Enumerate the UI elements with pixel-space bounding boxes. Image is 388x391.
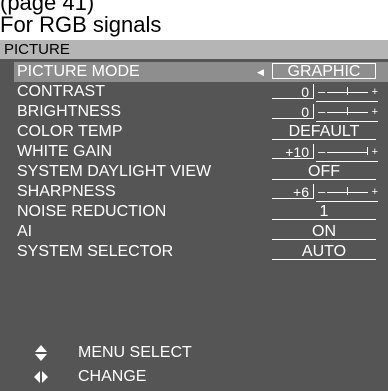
contrast-slider[interactable]: – + [316,82,378,102]
slider-track [327,192,368,193]
menu-item-color-temp[interactable]: COLOR TEMP DEFAULT [14,122,388,142]
minus-label: – [318,144,326,159]
value-underline [272,139,376,140]
menu-title: PICTURE [0,40,388,59]
brightness-slider[interactable]: – + [316,102,378,122]
menu-item-ai[interactable]: AI ON [14,222,388,242]
menu-item-system-daylight-view[interactable]: SYSTEM DAYLIGHT VIEW OFF [14,162,388,182]
slider-thumb[interactable] [346,87,348,95]
picture-mode-value[interactable]: GRAPHIC [272,63,376,80]
value-underline [272,179,376,180]
menu-item-label: COLOR TEMP [17,123,123,140]
menu-item-brightness[interactable]: BRIGHTNESS 0 – + [14,102,388,122]
up-down-arrows-icon [34,344,48,362]
picture-menu: PICTURE PICTURE MODE ◀ GRAPHIC CONTRAST … [0,40,388,391]
menu-item-contrast[interactable]: CONTRAST 0 – + [14,82,388,102]
slider-thumb[interactable] [346,187,348,195]
value-underline [272,219,376,220]
plus-label: + [371,186,378,198]
plus-label: + [371,86,378,98]
slider-track [327,112,368,113]
menu-item-label: CONTRAST [17,83,105,100]
sharpness-slider[interactable]: – + [316,182,378,202]
slider-track [327,152,368,153]
menu-item-picture-mode[interactable]: PICTURE MODE ◀ GRAPHIC [14,62,388,82]
menu-item-label: WHITE GAIN [17,143,113,160]
white-gain-slider[interactable]: – + [316,142,378,162]
menu-item-label: SYSTEM SELECTOR [17,243,174,260]
menu-item-label: AI [17,223,33,240]
value-underline [272,259,376,260]
slider-track [327,92,368,93]
footer-label: MENU SELECT [78,344,192,361]
page-heading: For RGB signals [0,12,162,37]
plus-label: + [371,106,378,118]
value-box [272,104,314,119]
slider-thumb[interactable] [346,107,348,115]
value-underline [272,239,376,240]
footer-label: CHANGE [78,368,147,385]
minus-label: – [318,84,326,99]
value-box [272,144,314,159]
menu-items: PICTURE MODE ◀ GRAPHIC CONTRAST 0 – + BR… [14,62,388,262]
value-box [272,184,314,199]
menu-item-label: PICTURE MODE [17,63,140,80]
slider-thumb[interactable] [367,147,368,155]
menu-item-system-selector[interactable]: SYSTEM SELECTOR AUTO [14,242,388,262]
menu-item-label: NOISE REDUCTION [17,203,167,220]
minus-label: – [318,104,326,119]
menu-item-white-gain[interactable]: WHITE GAIN +10 – + [14,142,388,162]
menu-item-label: SYSTEM DAYLIGHT VIEW [17,163,212,180]
left-right-arrows-icon [34,368,48,386]
plus-label: + [371,146,378,158]
menu-item-noise-reduction[interactable]: NOISE REDUCTION 1 [14,202,388,222]
menu-item-label: BRIGHTNESS [17,103,122,120]
menu-item-sharpness[interactable]: SHARPNESS +6 – + [14,182,388,202]
minus-label: – [318,184,326,199]
menu-item-label: SHARPNESS [17,183,116,200]
value-box [272,84,314,99]
left-arrow-icon: ◀ [257,67,264,77]
